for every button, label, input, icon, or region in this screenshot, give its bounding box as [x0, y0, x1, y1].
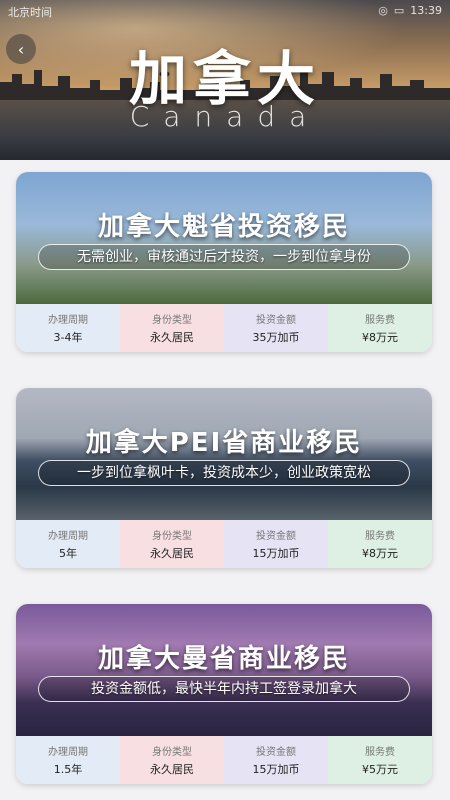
stat-label: 身份类型: [152, 747, 192, 758]
stat-investment: 投资金额 35万加币: [224, 304, 328, 352]
status-bar: 北京时间 ◎ ▭ 13:39: [8, 4, 442, 20]
stat-period: 办理周期 1.5年: [16, 736, 120, 784]
program-photo-pei: 加拿大PEI省商业移民 一步到位拿枫叶卡，投资成本少，创业政策宽松: [16, 388, 432, 520]
program-stats: 办理周期 5年 身份类型 永久居民 投资金额 15万加币 服务费 ¥8万元: [16, 520, 432, 568]
stat-value: 15万加币: [252, 763, 300, 776]
stat-status-type: 身份类型 永久居民: [120, 736, 224, 784]
stat-investment: 投资金额 15万加币: [224, 520, 328, 568]
stat-value: 永久居民: [150, 331, 194, 344]
stat-service-fee: 服务费 ¥5万元: [328, 736, 432, 784]
stat-investment: 投资金额 15万加币: [224, 736, 328, 784]
program-tagline: 无需创业，审核通过后才投资，一步到位拿身份: [38, 244, 410, 270]
stat-service-fee: 服务费 ¥8万元: [328, 304, 432, 352]
stat-label: 投资金额: [256, 747, 296, 758]
stat-value: 35万加币: [252, 331, 300, 344]
stat-label: 服务费: [365, 531, 395, 542]
program-stats: 办理周期 3-4年 身份类型 永久居民 投资金额 35万加币 服务费 ¥8万元: [16, 304, 432, 352]
stat-label: 投资金额: [256, 315, 296, 326]
stat-value: 3-4年: [53, 331, 83, 344]
stat-period: 办理周期 5年: [16, 520, 120, 568]
status-time: 13:39: [410, 4, 442, 17]
stat-service-fee: 服务费 ¥8万元: [328, 520, 432, 568]
program-photo-manitoba: 加拿大曼省商业移民 投资金额低，最快半年内持工签登录加拿大: [16, 604, 432, 736]
battery-icon: ▭: [393, 4, 405, 17]
program-title: 加拿大PEI省商业移民: [85, 428, 363, 458]
stat-status-type: 身份类型 永久居民: [120, 304, 224, 352]
stat-value: 永久居民: [150, 763, 194, 776]
program-card-manitoba[interactable]: 加拿大曼省商业移民 投资金额低，最快半年内持工签登录加拿大 办理周期 1.5年 …: [16, 604, 432, 784]
status-right: ◎ ▭ 13:39: [378, 4, 442, 20]
stat-value: ¥8万元: [362, 547, 398, 560]
stat-label: 服务费: [365, 747, 395, 758]
stat-status-type: 身份类型 永久居民: [120, 520, 224, 568]
stat-label: 服务费: [365, 315, 395, 326]
program-photo-quebec: 加拿大魁省投资移民 无需创业，审核通过后才投资，一步到位拿身份: [16, 172, 432, 304]
program-stats: 办理周期 1.5年 身份类型 永久居民 投资金额 15万加币 服务费 ¥5万元: [16, 736, 432, 784]
stat-value: 永久居民: [150, 547, 194, 560]
status-left-text: 北京时间: [8, 6, 52, 19]
stat-value: ¥8万元: [362, 331, 398, 344]
stat-label: 办理周期: [48, 531, 88, 542]
program-card-quebec[interactable]: 加拿大魁省投资移民 无需创业，审核通过后才投资，一步到位拿身份 办理周期 3-4…: [16, 172, 432, 352]
stat-label: 办理周期: [48, 747, 88, 758]
stat-value: 1.5年: [53, 763, 83, 776]
hero-banner: 北京时间 ◎ ▭ 13:39 ‹ 加拿大 Canada: [0, 0, 450, 160]
stat-value: 15万加币: [252, 547, 300, 560]
page-subtitle: Canada: [129, 100, 321, 133]
program-card-pei[interactable]: 加拿大PEI省商业移民 一步到位拿枫叶卡，投资成本少，创业政策宽松 办理周期 5…: [16, 388, 432, 568]
stat-label: 身份类型: [152, 531, 192, 542]
stat-value: ¥5万元: [362, 763, 398, 776]
program-title: 加拿大魁省投资移民: [97, 212, 350, 242]
wifi-icon: ◎: [378, 4, 388, 17]
stat-value: 5年: [59, 547, 77, 560]
program-tagline: 投资金额低，最快半年内持工签登录加拿大: [38, 676, 410, 702]
stat-period: 办理周期 3-4年: [16, 304, 120, 352]
stat-label: 身份类型: [152, 315, 192, 326]
stat-label: 投资金额: [256, 531, 296, 542]
program-title: 加拿大曼省商业移民: [97, 644, 350, 674]
program-tagline: 一步到位拿枫叶卡，投资成本少，创业政策宽松: [38, 460, 410, 486]
stat-label: 办理周期: [48, 315, 88, 326]
